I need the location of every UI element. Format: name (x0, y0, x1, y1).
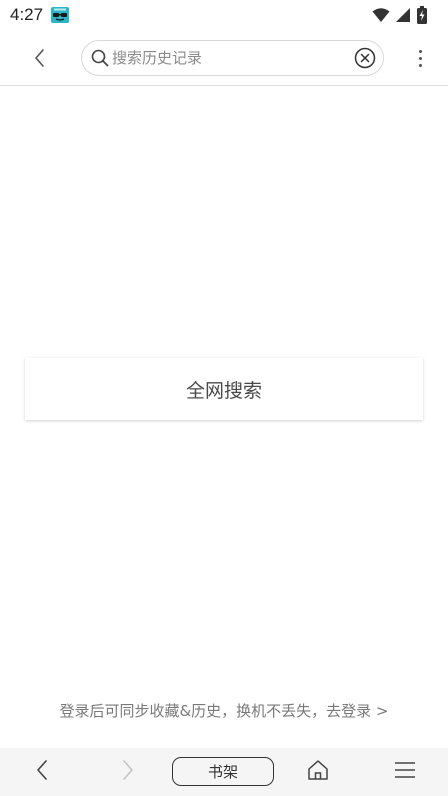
status-bar: 4:27 (0, 0, 448, 30)
cell-signal-icon (395, 7, 411, 27)
search-all-button[interactable]: 全网搜索 (25, 358, 423, 420)
status-time: 4:27 (10, 5, 44, 24)
more-dot (418, 56, 422, 60)
chevron-left-icon (35, 759, 49, 785)
clear-circle-icon (354, 47, 376, 73)
nav-back-button[interactable] (28, 758, 56, 786)
search-all-label: 全网搜索 (185, 379, 262, 402)
login-prompt-text: 登录后可同步收藏&历史，换机不丢失，去登录 > (59, 702, 389, 720)
bookshelf-button[interactable]: 书架 (172, 757, 274, 786)
search-input[interactable] (112, 47, 342, 69)
menu-button[interactable] (391, 758, 419, 786)
wifi-icon (372, 7, 390, 27)
emoji-app-icon (50, 5, 70, 25)
clear-button[interactable] (354, 47, 376, 69)
more-dot (418, 63, 422, 67)
chevron-left-icon (33, 48, 47, 72)
bottom-toolbar: 书架 (0, 748, 448, 796)
battery-icon (416, 6, 428, 28)
search-box[interactable] (81, 40, 384, 76)
more-vertical-icon (418, 49, 422, 53)
login-prompt-link[interactable]: 登录后可同步收藏&历史，换机不丢失，去登录 > (0, 700, 448, 724)
chevron-right-icon (121, 759, 135, 785)
search-header (0, 30, 448, 86)
screen: 4:27 搜索历史记录 全网搜索 登录后可同步收藏&历史，换机不丢失，去登录 >… (0, 0, 448, 796)
search-icon (91, 49, 109, 67)
home-icon (306, 758, 330, 786)
menu-icon (394, 761, 416, 783)
home-button[interactable] (304, 758, 332, 786)
back-button[interactable] (26, 46, 54, 74)
status-icons (372, 6, 428, 28)
bookshelf-label: 书架 (207, 763, 238, 781)
more-button[interactable] (414, 46, 426, 70)
nav-forward-button[interactable] (114, 758, 142, 786)
